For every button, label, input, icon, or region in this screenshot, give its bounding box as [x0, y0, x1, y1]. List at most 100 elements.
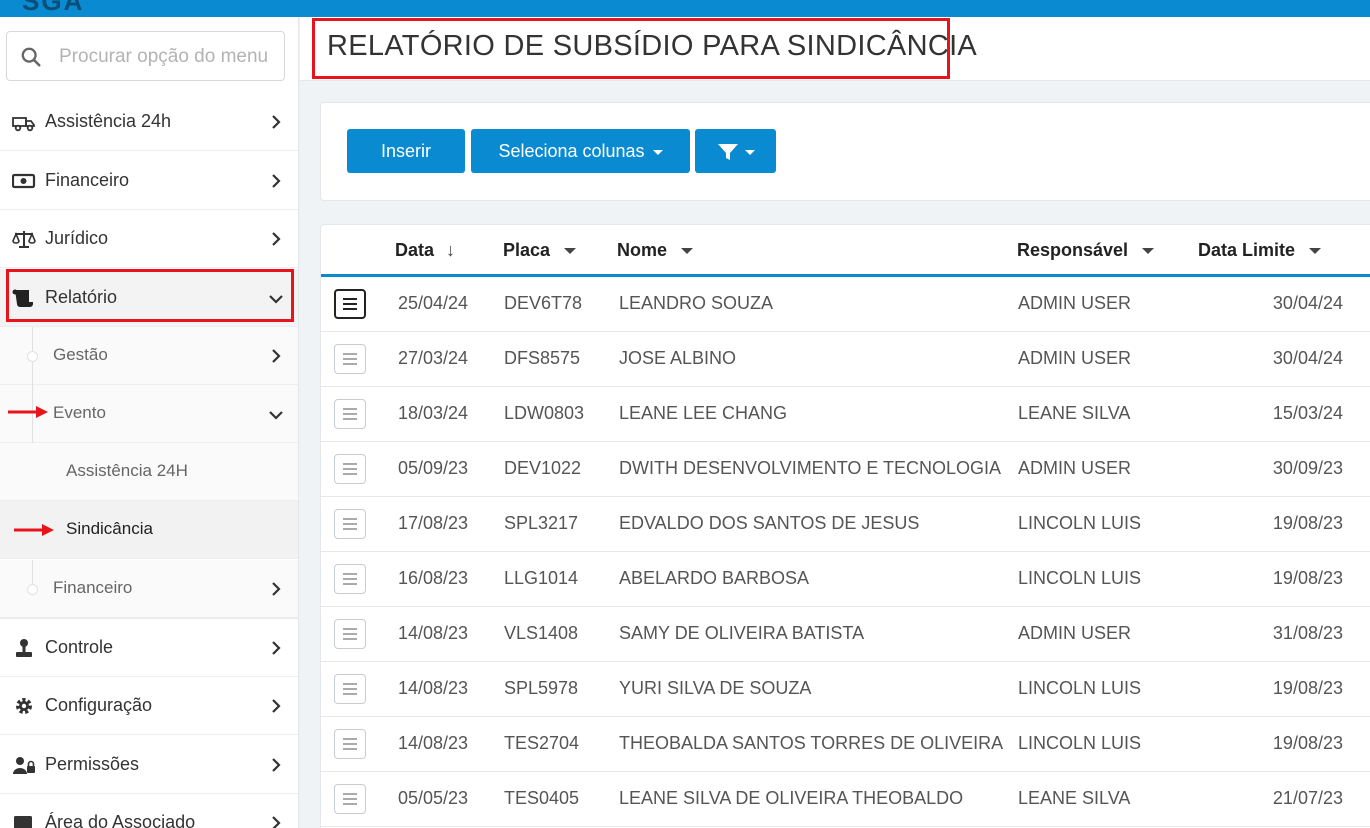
cell-responsavel: ADMIN USER	[1018, 623, 1132, 643]
column-header-label: Placa	[503, 240, 551, 260]
column-header-placa[interactable]: Placa	[503, 240, 577, 261]
row-detail-button[interactable]	[334, 344, 366, 374]
table-row[interactable]: 17/08/23 SPL3217 EDVALDO DOS SANTOS DE JES…	[321, 497, 1370, 552]
chevron-right-icon	[272, 115, 281, 129]
sidebar: Assistência 24h Financeiro Jurídico Rela…	[0, 17, 299, 828]
menu-search-input[interactable]	[59, 44, 281, 70]
table-row[interactable]: 27/03/24 DFS8575 JOSE ALBINO ADMIN USER 30/0…	[321, 332, 1370, 387]
table-row[interactable]: 14/08/23 VLS1408 SAMY DE OLIVEIRA BATISTA A…	[321, 607, 1370, 662]
cell-data-limite: 21/07/23	[1272, 788, 1343, 808]
cell-nome: LEANE SILVA DE OLIVEIRA THEOBALDO	[619, 788, 964, 808]
data-table: Data ↓ Placa Nome Responsável Data Limite…	[320, 224, 1370, 828]
sidebar-item-label: Controle	[45, 637, 114, 657]
cell-placa: LDW0803	[504, 403, 585, 423]
cell-data-limite: 30/04/24	[1272, 293, 1343, 313]
cell-data: 14/08/23	[398, 623, 469, 643]
sidebar-item-configuracao[interactable]: Configuração	[0, 677, 298, 735]
cell-responsavel: LINCOLN LUIS	[1018, 678, 1142, 698]
table-row[interactable]: 14/08/23 SPL5978 YURI SILVA DE SOUZA LINCOL…	[321, 662, 1370, 717]
chevron-right-icon	[272, 174, 281, 188]
sidebar-item-label: Assistência 24h	[45, 111, 172, 131]
column-header-data-limite[interactable]: Data Limite	[1198, 240, 1322, 261]
row-detail-button[interactable]	[334, 454, 366, 484]
truck-icon	[12, 117, 35, 132]
table-row[interactable]: 05/05/23 TES0405 LEANE SILVA DE OLIVEIRA T…	[321, 772, 1370, 827]
table-row[interactable]: 25/04/24 DEV6T78 LEANDRO SOUZA ADMIN USER 30…	[321, 277, 1370, 332]
sidebar-item-label: Permissões	[45, 754, 140, 774]
cell-placa: SPL3217	[504, 513, 579, 533]
cell-nome: THEOBALDA SANTOS TORRES DE OLIVEIRA	[619, 733, 1004, 753]
list-icon	[343, 463, 357, 475]
tree-dot	[27, 584, 38, 595]
cell-responsavel: LINCOLN LUIS	[1018, 568, 1142, 588]
gear-icon	[16, 698, 32, 714]
cell-nome: ABELARDO BARBOSA	[619, 568, 810, 588]
filter-button[interactable]	[695, 129, 776, 173]
row-detail-button[interactable]	[334, 619, 366, 649]
table-row[interactable]: 14/08/23 TES2704 THEOBALDA SANTOS TORRES D…	[321, 717, 1370, 772]
column-header-nome[interactable]: Nome	[617, 240, 694, 261]
sidebar-subitem-financeiro[interactable]: Financeiro	[0, 560, 298, 618]
cell-responsavel: LEANE SILVA	[1018, 788, 1131, 808]
cell-data-limite: 30/09/23	[1272, 458, 1343, 478]
sidebar-subitem-assistencia-24h[interactable]: Assistência 24H	[0, 443, 298, 501]
chevron-right-icon	[272, 232, 281, 246]
cell-data-limite: 19/08/23	[1272, 513, 1343, 533]
column-header-responsavel[interactable]: Responsável	[1017, 240, 1155, 261]
cell-data: 14/08/23	[398, 733, 469, 753]
sidebar-item-assistencia[interactable]: Assistência 24h	[0, 93, 298, 151]
table-row[interactable]: 16/08/23 LLG1014 ABELARDO BARBOSA LINCOLN L…	[321, 552, 1370, 607]
sidebar-item-area-associado[interactable]: Área do Associado	[0, 794, 298, 828]
cell-data: 05/09/23	[398, 458, 469, 478]
table-row[interactable]: 18/03/24 LDW0803 LEANE LEE CHANG LEANE SILV…	[321, 387, 1370, 442]
cell-responsavel: LINCOLN LUIS	[1018, 513, 1142, 533]
sidebar-subitem-label: Assistência 24H	[66, 461, 188, 480]
row-detail-button[interactable]	[334, 784, 366, 814]
sidebar-subitem-gestao[interactable]: Gestão	[0, 327, 298, 385]
chevron-right-icon	[272, 699, 281, 713]
list-icon	[343, 738, 357, 750]
cell-placa: SPL5978	[504, 678, 579, 698]
cell-nome: EDVALDO DOS SANTOS DE JESUS	[619, 513, 920, 533]
sidebar-item-controle[interactable]: Controle	[0, 619, 298, 677]
list-icon	[343, 408, 357, 420]
table-row[interactable]: 05/09/23 DEV1022 DWITH DESENVOLVIMENTO E T…	[321, 442, 1370, 497]
sidebar-item-juridico[interactable]: Jurídico	[0, 210, 298, 268]
cell-nome: YURI SILVA DE SOUZA	[619, 678, 812, 698]
insert-button[interactable]: Inserir	[347, 129, 465, 173]
list-icon	[343, 298, 357, 310]
cell-data: 16/08/23	[398, 568, 469, 588]
row-detail-button[interactable]	[334, 729, 366, 759]
cell-data: 27/03/24	[398, 348, 469, 368]
cell-data-limite: 19/08/23	[1272, 568, 1343, 588]
column-header-data[interactable]: Data ↓	[395, 240, 455, 261]
column-header-label: Responsável	[1017, 240, 1129, 260]
cell-data: 14/08/23	[398, 678, 469, 698]
red-arrow-icon	[8, 406, 48, 418]
sidebar-item-permissoes[interactable]: Permissões	[0, 736, 298, 794]
list-icon	[343, 573, 357, 585]
row-detail-button[interactable]	[334, 509, 366, 539]
row-detail-button[interactable]	[334, 289, 366, 319]
tree-dot	[27, 351, 38, 362]
cell-placa: DEV6T78	[504, 293, 583, 313]
cell-data-limite: 15/03/24	[1272, 403, 1343, 423]
list-icon	[343, 793, 357, 805]
caret-down-icon	[1309, 248, 1322, 255]
row-detail-button[interactable]	[334, 399, 366, 429]
cell-data-limite: 30/04/24	[1272, 348, 1343, 368]
cell-nome: DWITH DESENVOLVIMENTO E TECNOLOGIA	[619, 458, 1002, 478]
cell-responsavel: LINCOLN LUIS	[1018, 733, 1142, 753]
row-detail-button[interactable]	[334, 564, 366, 594]
joystick-icon	[16, 639, 32, 657]
top-bar: SGA	[0, 0, 1370, 17]
insert-button-label: Inserir	[380, 141, 431, 161]
select-columns-button[interactable]: Seleciona colunas	[471, 129, 690, 173]
app-logo[interactable]: SGA	[22, 0, 84, 17]
cell-data: 25/04/24	[398, 293, 469, 313]
list-icon	[343, 518, 357, 530]
sidebar-item-financeiro[interactable]: Financeiro	[0, 152, 298, 210]
cell-placa: TES0405	[504, 788, 580, 808]
row-detail-button[interactable]	[334, 674, 366, 704]
cell-placa: LLG1014	[504, 568, 579, 588]
